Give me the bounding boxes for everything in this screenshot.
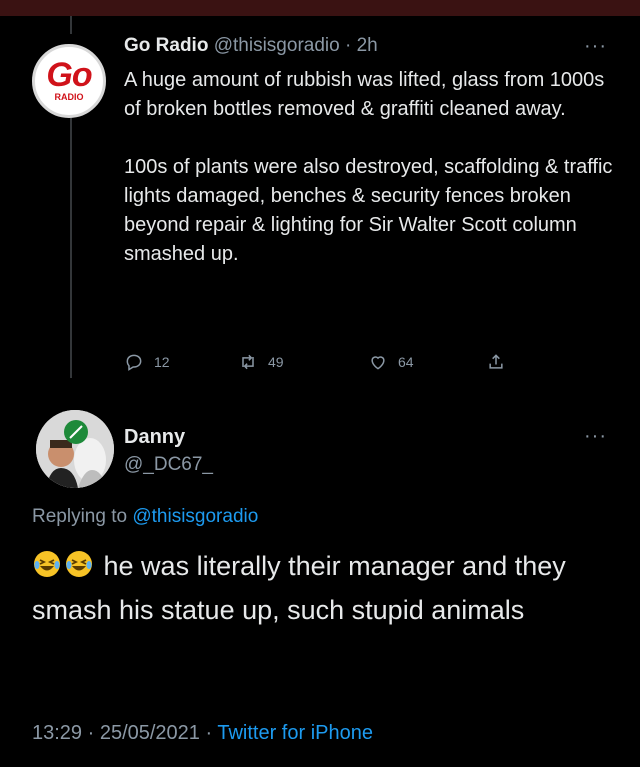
thread-line-top bbox=[70, 16, 72, 34]
retweet-icon bbox=[242, 354, 254, 370]
replying-to-link[interactable]: @thisisgoradio bbox=[132, 506, 258, 527]
danny-avatar-photo bbox=[36, 410, 114, 488]
laughing-emoji-pair bbox=[32, 551, 104, 581]
reply-handle[interactable]: @_DC67_ bbox=[124, 454, 213, 476]
like-count: 64 bbox=[398, 354, 414, 370]
laughing-emoji-icon bbox=[66, 551, 92, 577]
reply-more-icon[interactable]: ··· bbox=[584, 426, 607, 446]
go-radio-logo-sub: RADIO bbox=[54, 92, 84, 102]
tweet-header: Go Radio @thisisgoradio · 2h bbox=[124, 34, 378, 58]
replying-to-line: Replying to @thisisgoradio bbox=[32, 506, 258, 528]
laughing-emoji-icon bbox=[34, 551, 60, 577]
tweet-display-name[interactable]: Go Radio bbox=[124, 35, 208, 56]
like-icon bbox=[371, 356, 385, 370]
reply-button[interactable]: 12 bbox=[124, 352, 170, 372]
tweet-more-icon[interactable]: ··· bbox=[584, 36, 607, 56]
tweet-text: A huge amount of rubbish was lifted, gla… bbox=[124, 66, 624, 269]
tweet-paragraph-2: 100s of plants were also destroyed, scaf… bbox=[124, 156, 613, 265]
reply-icon bbox=[126, 354, 142, 371]
top-strip bbox=[0, 0, 640, 16]
reply-display-name[interactable]: Danny bbox=[124, 426, 185, 449]
tweet-handle[interactable]: @thisisgoradio bbox=[214, 35, 340, 56]
tweet-actions: 12 49 64 bbox=[124, 352, 544, 378]
like-button[interactable]: 64 bbox=[368, 352, 414, 372]
reply-message: he was literally their manager and they … bbox=[32, 551, 566, 625]
retweet-button[interactable]: 49 bbox=[238, 352, 284, 372]
replying-prefix: Replying to bbox=[32, 506, 128, 527]
tweet-separator: · bbox=[344, 35, 352, 56]
retweet-count: 49 bbox=[268, 354, 284, 370]
tweet-paragraph-1: A huge amount of rubbish was lifted, gla… bbox=[124, 69, 605, 120]
go-radio-logo: Go bbox=[46, 56, 92, 94]
thread-line bbox=[70, 110, 72, 378]
share-button[interactable] bbox=[486, 352, 516, 372]
share-icon bbox=[489, 354, 503, 369]
reply-timestamp[interactable]: 13:29 · 25/05/2021 · bbox=[32, 722, 212, 744]
danny-avatar[interactable] bbox=[36, 410, 114, 488]
tweet-time[interactable]: 2h bbox=[357, 35, 378, 56]
reply-text: he was literally their manager and they … bbox=[32, 544, 612, 632]
reply-source-link[interactable]: Twitter for iPhone bbox=[217, 722, 373, 744]
reply-count: 12 bbox=[154, 354, 170, 370]
reply-footer: 13:29 · 25/05/2021 · Twitter for iPhone bbox=[32, 722, 373, 745]
go-radio-avatar[interactable]: Go RADIO bbox=[32, 44, 106, 118]
